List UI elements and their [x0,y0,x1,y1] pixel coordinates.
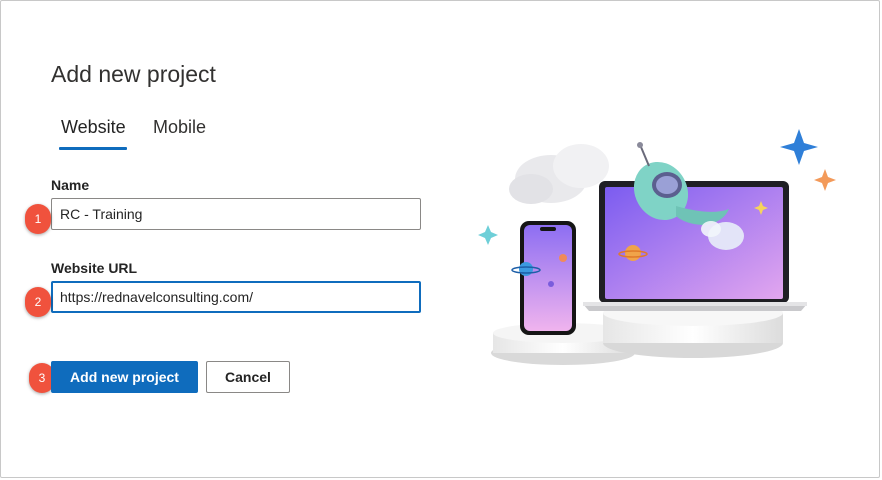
project-illustration [478,129,836,365]
name-field[interactable] [51,198,421,230]
phone-icon [511,221,576,335]
tab-mobile[interactable]: Mobile [153,117,206,138]
website-url-field[interactable] [51,281,421,313]
dialog-title: Add new project [51,61,216,87]
active-tab-indicator [59,147,127,150]
add-project-dialog: Add new project Website Mobile Name 1 We… [0,0,880,478]
add-new-project-button[interactable]: Add new project [51,361,198,393]
cloud-icon [509,144,609,204]
step-badge-2: 2 [25,287,51,317]
cancel-button[interactable]: Cancel [206,361,290,393]
tab-website[interactable]: Website [61,117,126,138]
step-badge-1: 1 [25,204,51,234]
name-label: Name [51,177,90,193]
website-url-label: Website URL [51,260,138,276]
laptop-icon [583,181,807,311]
